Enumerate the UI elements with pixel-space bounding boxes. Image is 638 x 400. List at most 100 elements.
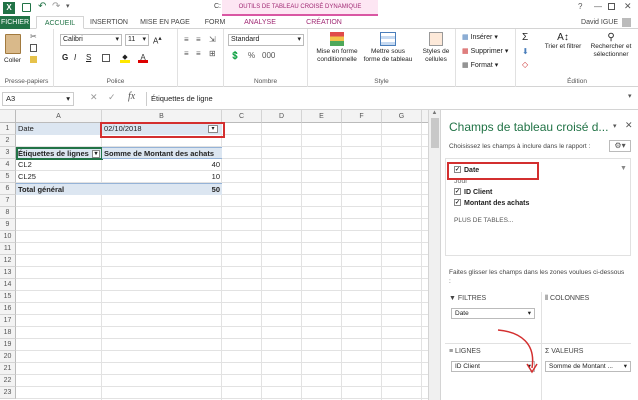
- paste-icon[interactable]: [5, 34, 21, 54]
- cell-a6-total[interactable]: Total général: [16, 183, 102, 195]
- align-center-icon[interactable]: ≡: [196, 49, 201, 58]
- checkbox-id-client[interactable]: ✓: [454, 187, 461, 195]
- cell-b3-header[interactable]: Somme de Montant des achats: [102, 147, 222, 159]
- cut-icon[interactable]: ✂: [30, 32, 37, 41]
- thousands-icon[interactable]: 000: [262, 51, 275, 60]
- autosum-icon[interactable]: Σ: [522, 32, 528, 43]
- cell-styles-button[interactable]: Styles de cellules: [418, 32, 454, 64]
- row-header[interactable]: 10: [0, 231, 16, 243]
- row-header[interactable]: 17: [0, 315, 16, 327]
- field-montant[interactable]: ✓ Montant des achats: [454, 198, 529, 209]
- column-header[interactable]: D: [262, 110, 302, 123]
- vertical-scrollbar[interactable]: ▲: [428, 110, 440, 400]
- customize-icon[interactable]: ▾: [66, 2, 70, 10]
- row-header[interactable]: 23: [0, 387, 16, 399]
- format-button[interactable]: ▦ Format ▾: [462, 61, 498, 69]
- bold-button[interactable]: G: [62, 53, 68, 62]
- row-header[interactable]: 9: [0, 219, 16, 231]
- column-header[interactable]: E: [302, 110, 342, 123]
- align-middle-icon[interactable]: ≡: [196, 35, 201, 44]
- enter-icon[interactable]: ✓: [108, 92, 116, 103]
- row-header[interactable]: 22: [0, 375, 16, 387]
- column-header[interactable]: G: [382, 110, 422, 123]
- more-tables-link[interactable]: PLUS DE TABLES...: [454, 215, 513, 226]
- cell-b6-total[interactable]: 50: [102, 183, 222, 195]
- row-header[interactable]: 14: [0, 279, 16, 291]
- cancel-icon[interactable]: ✕: [90, 92, 98, 103]
- save-icon[interactable]: [22, 3, 31, 12]
- row-header[interactable]: 15: [0, 291, 16, 303]
- find-select-button[interactable]: ⚲ Rechercher et sélectionner: [586, 32, 636, 59]
- row-header[interactable]: 5: [0, 171, 16, 183]
- user-name[interactable]: David IGUE: [566, 16, 618, 29]
- cell-a4[interactable]: CL2: [16, 159, 102, 171]
- fill-icon[interactable]: ⬇: [522, 47, 529, 56]
- row-header[interactable]: 21: [0, 363, 16, 375]
- tab-insertion[interactable]: INSERTION: [86, 16, 132, 29]
- value-sum-dropdown[interactable]: Somme de Montant ... ▾: [545, 361, 631, 372]
- filter-date-dropdown[interactable]: Date ▾: [451, 308, 535, 319]
- clear-icon[interactable]: ◇: [522, 60, 528, 69]
- tab-creation[interactable]: CRÉATION: [300, 16, 348, 29]
- pane-close-icon[interactable]: ✕: [625, 120, 633, 131]
- sort-filter-button[interactable]: A↕ Trier et filtrer: [542, 32, 584, 51]
- tab-form[interactable]: FORM: [200, 16, 230, 29]
- minimize-icon[interactable]: —: [594, 2, 602, 11]
- column-header[interactable]: C: [222, 110, 262, 123]
- row-header[interactable]: 4: [0, 159, 16, 171]
- row-header[interactable]: 3: [0, 147, 16, 159]
- currency-icon[interactable]: 💲: [230, 51, 240, 60]
- formula-input[interactable]: Étiquettes de ligne: [146, 92, 626, 106]
- tab-mise-en-page[interactable]: MISE EN PAGE: [136, 16, 194, 29]
- grow-font-icon[interactable]: A▴: [153, 34, 162, 46]
- row-header[interactable]: 2: [0, 135, 16, 147]
- row-header[interactable]: 18: [0, 327, 16, 339]
- scroll-thumb[interactable]: [430, 118, 439, 148]
- row-header[interactable]: 6: [0, 183, 16, 195]
- help-icon[interactable]: ?: [578, 2, 582, 11]
- redo-icon[interactable]: ↷: [52, 1, 60, 12]
- fill-color-icon[interactable]: ◆: [120, 53, 130, 63]
- tab-fichier[interactable]: FICHIER: [0, 16, 30, 29]
- row-header[interactable]: 8: [0, 207, 16, 219]
- row-header[interactable]: 20: [0, 351, 16, 363]
- conditional-format-button[interactable]: Mise en forme conditionnelle: [312, 32, 362, 64]
- restore-icon[interactable]: [608, 3, 615, 10]
- underline-button[interactable]: S: [86, 53, 91, 62]
- scroll-up-icon[interactable]: ▲: [429, 110, 440, 116]
- cell-a5[interactable]: CL25: [16, 171, 102, 183]
- cell-a1[interactable]: Date: [16, 123, 102, 135]
- font-color-icon[interactable]: A: [138, 53, 148, 63]
- row-header[interactable]: 16: [0, 303, 16, 315]
- checkbox-montant[interactable]: ✓: [454, 198, 461, 206]
- expand-formula-icon[interactable]: ▾: [628, 92, 632, 100]
- close-icon[interactable]: ✕: [624, 1, 632, 12]
- pane-options-icon[interactable]: ▾: [613, 122, 617, 130]
- borders-icon[interactable]: [102, 54, 110, 62]
- insert-button[interactable]: ▦ Insérer ▾: [462, 33, 498, 41]
- tab-analyse[interactable]: ANALYSE: [236, 16, 284, 29]
- row-header[interactable]: 19: [0, 339, 16, 351]
- tab-accueil[interactable]: ACCUEIL: [36, 16, 84, 29]
- avatar[interactable]: [622, 18, 631, 27]
- function-icon[interactable]: fx: [128, 91, 135, 102]
- table-format-button[interactable]: Mettre sous forme de tableau: [362, 32, 414, 64]
- format-painter-icon[interactable]: [30, 56, 37, 63]
- gear-icon[interactable]: ⚙▾: [609, 140, 631, 152]
- number-format-select[interactable]: Standard ▾: [228, 34, 304, 46]
- merge-icon[interactable]: ⊞: [209, 49, 216, 58]
- percent-icon[interactable]: %: [248, 51, 255, 60]
- select-all-corner[interactable]: [0, 110, 16, 123]
- cell-b5[interactable]: 10: [102, 171, 222, 183]
- column-header[interactable]: F: [342, 110, 382, 123]
- font-size-select[interactable]: 11 ▾: [125, 34, 149, 46]
- field-id-client[interactable]: ✓ ID Client: [454, 187, 492, 198]
- delete-button[interactable]: ▦ Supprimer ▾: [462, 47, 508, 55]
- column-header[interactable]: A: [16, 110, 102, 123]
- row-header[interactable]: 11: [0, 243, 16, 255]
- wrap-icon[interactable]: ⇲: [209, 35, 216, 44]
- copy-icon[interactable]: [30, 44, 37, 52]
- align-left-icon[interactable]: ≡: [184, 49, 189, 58]
- row-header[interactable]: 1: [0, 123, 16, 135]
- font-name-select[interactable]: Calibri ▾: [60, 34, 122, 46]
